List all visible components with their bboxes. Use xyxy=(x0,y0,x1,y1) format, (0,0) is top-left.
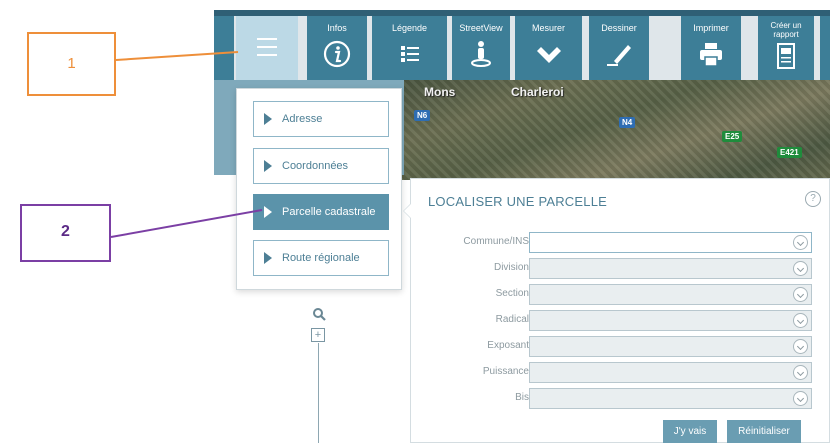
callout-number: 1 xyxy=(67,55,76,72)
infos-label: Infos xyxy=(327,23,347,33)
field-label: Exposant xyxy=(487,340,529,351)
menu-item-adresse[interactable]: Adresse xyxy=(253,101,389,137)
field-label: Puissance xyxy=(482,366,529,377)
radical-select[interactable] xyxy=(529,310,812,331)
road-label-n4: N4 xyxy=(619,117,636,128)
exposant-select[interactable] xyxy=(529,336,812,357)
menu-item-parcelle-cadastrale[interactable]: Parcelle cadastrale xyxy=(253,194,389,230)
locate-parcel-panel: LOCALISER UNE PARCELLE ? Commune/INS Div… xyxy=(403,178,830,443)
field-label: Commune/INS xyxy=(463,236,529,247)
caret-right-icon xyxy=(264,160,272,172)
menu-item-label: Parcelle cadastrale xyxy=(282,206,376,218)
field-row-division: Division xyxy=(411,258,830,280)
city-label-charleroi: Charleroi xyxy=(511,85,564,99)
dessiner-label: Dessiner xyxy=(601,23,637,33)
menu-item-coordonnees[interactable]: Coordonnées xyxy=(253,148,389,184)
legende-label: Légende xyxy=(391,23,428,33)
caret-right-icon xyxy=(264,206,272,218)
submit-button[interactable]: J'y vais xyxy=(663,420,717,443)
rapport-button[interactable]: Créer un rapport xyxy=(758,16,814,80)
chevron-down-icon[interactable] xyxy=(793,235,808,250)
streetview-button[interactable]: StreetView xyxy=(452,16,510,80)
ruler-icon xyxy=(536,47,561,63)
streetview-icon xyxy=(471,41,491,67)
toolbar-collapse-strip[interactable] xyxy=(214,16,234,80)
list-icon xyxy=(400,46,419,62)
road-label-n6: N6 xyxy=(414,110,431,121)
field-label: Radical xyxy=(495,314,529,325)
menu-item-label: Route régionale xyxy=(282,252,360,264)
field-label: Bis xyxy=(515,392,529,403)
zoom-in-button[interactable]: + xyxy=(311,328,325,342)
bis-select[interactable] xyxy=(529,388,812,409)
menu-item-label: Coordonnées xyxy=(282,160,349,172)
mesurer-button[interactable]: Mesurer xyxy=(515,16,582,80)
infos-button[interactable]: Infos xyxy=(307,16,367,80)
annotation-callout-1: 1 xyxy=(27,32,116,96)
map-view[interactable]: Mons Charleroi N6 N4 E25 E421 xyxy=(400,80,830,180)
caret-right-icon xyxy=(264,252,272,264)
help-icon[interactable]: ? xyxy=(805,191,821,207)
panel-title: LOCALISER UNE PARCELLE xyxy=(428,194,607,209)
chevron-down-icon[interactable] xyxy=(793,261,808,276)
road-label-e421: E421 xyxy=(777,147,802,158)
menu-item-label: Adresse xyxy=(282,113,323,125)
field-row-section: Section xyxy=(411,284,830,306)
section-select[interactable] xyxy=(529,284,812,305)
legende-button[interactable]: Légende xyxy=(372,16,447,80)
dessiner-button[interactable]: Dessiner xyxy=(589,16,649,80)
zoom-slider-track[interactable] xyxy=(318,343,319,443)
streetview-label: StreetView xyxy=(459,23,503,33)
menu-button[interactable] xyxy=(236,16,298,80)
chevron-down-icon[interactable] xyxy=(793,313,808,328)
field-row-commune: Commune/INS xyxy=(411,232,830,254)
puissance-select[interactable] xyxy=(529,362,812,383)
locate-dropdown-menu: Adresse Coordonnées Parcelle cadastrale … xyxy=(236,88,402,290)
chevron-down-icon[interactable] xyxy=(793,287,808,302)
field-row-bis: Bis xyxy=(411,388,830,410)
city-label-mons: Mons xyxy=(424,85,456,99)
caret-right-icon xyxy=(264,113,272,125)
rapport-label: Créer un rapport xyxy=(770,21,802,39)
reset-button[interactable]: Réinitialiser xyxy=(727,420,801,443)
division-select[interactable] xyxy=(529,258,812,279)
map-texture xyxy=(400,80,830,180)
field-row-radical: Radical xyxy=(411,310,830,332)
callout-number: 2 xyxy=(61,223,70,240)
more-toolbar-button[interactable] xyxy=(820,16,830,80)
printer-icon xyxy=(700,43,722,67)
chevron-down-icon[interactable] xyxy=(793,365,808,380)
chevron-down-icon[interactable] xyxy=(793,391,808,406)
pencil-icon xyxy=(607,45,631,66)
hamburger-icon xyxy=(257,38,277,56)
mesurer-label: Mesurer xyxy=(531,23,565,33)
commune-select[interactable] xyxy=(529,232,812,253)
report-icon xyxy=(777,43,795,69)
field-row-exposant: Exposant xyxy=(411,336,830,358)
imprimer-button[interactable]: Imprimer xyxy=(681,16,741,80)
search-icon[interactable] xyxy=(312,307,326,321)
field-label: Section xyxy=(495,288,529,299)
menu-item-route-regionale[interactable]: Route régionale xyxy=(253,240,389,276)
road-label-e25: E25 xyxy=(722,131,743,142)
field-label: Division xyxy=(493,262,529,273)
info-icon xyxy=(323,40,351,68)
imprimer-label: Imprimer xyxy=(693,23,729,33)
field-row-puissance: Puissance xyxy=(411,362,830,384)
annotation-callout-2: 2 xyxy=(20,204,111,262)
chevron-down-icon[interactable] xyxy=(793,339,808,354)
